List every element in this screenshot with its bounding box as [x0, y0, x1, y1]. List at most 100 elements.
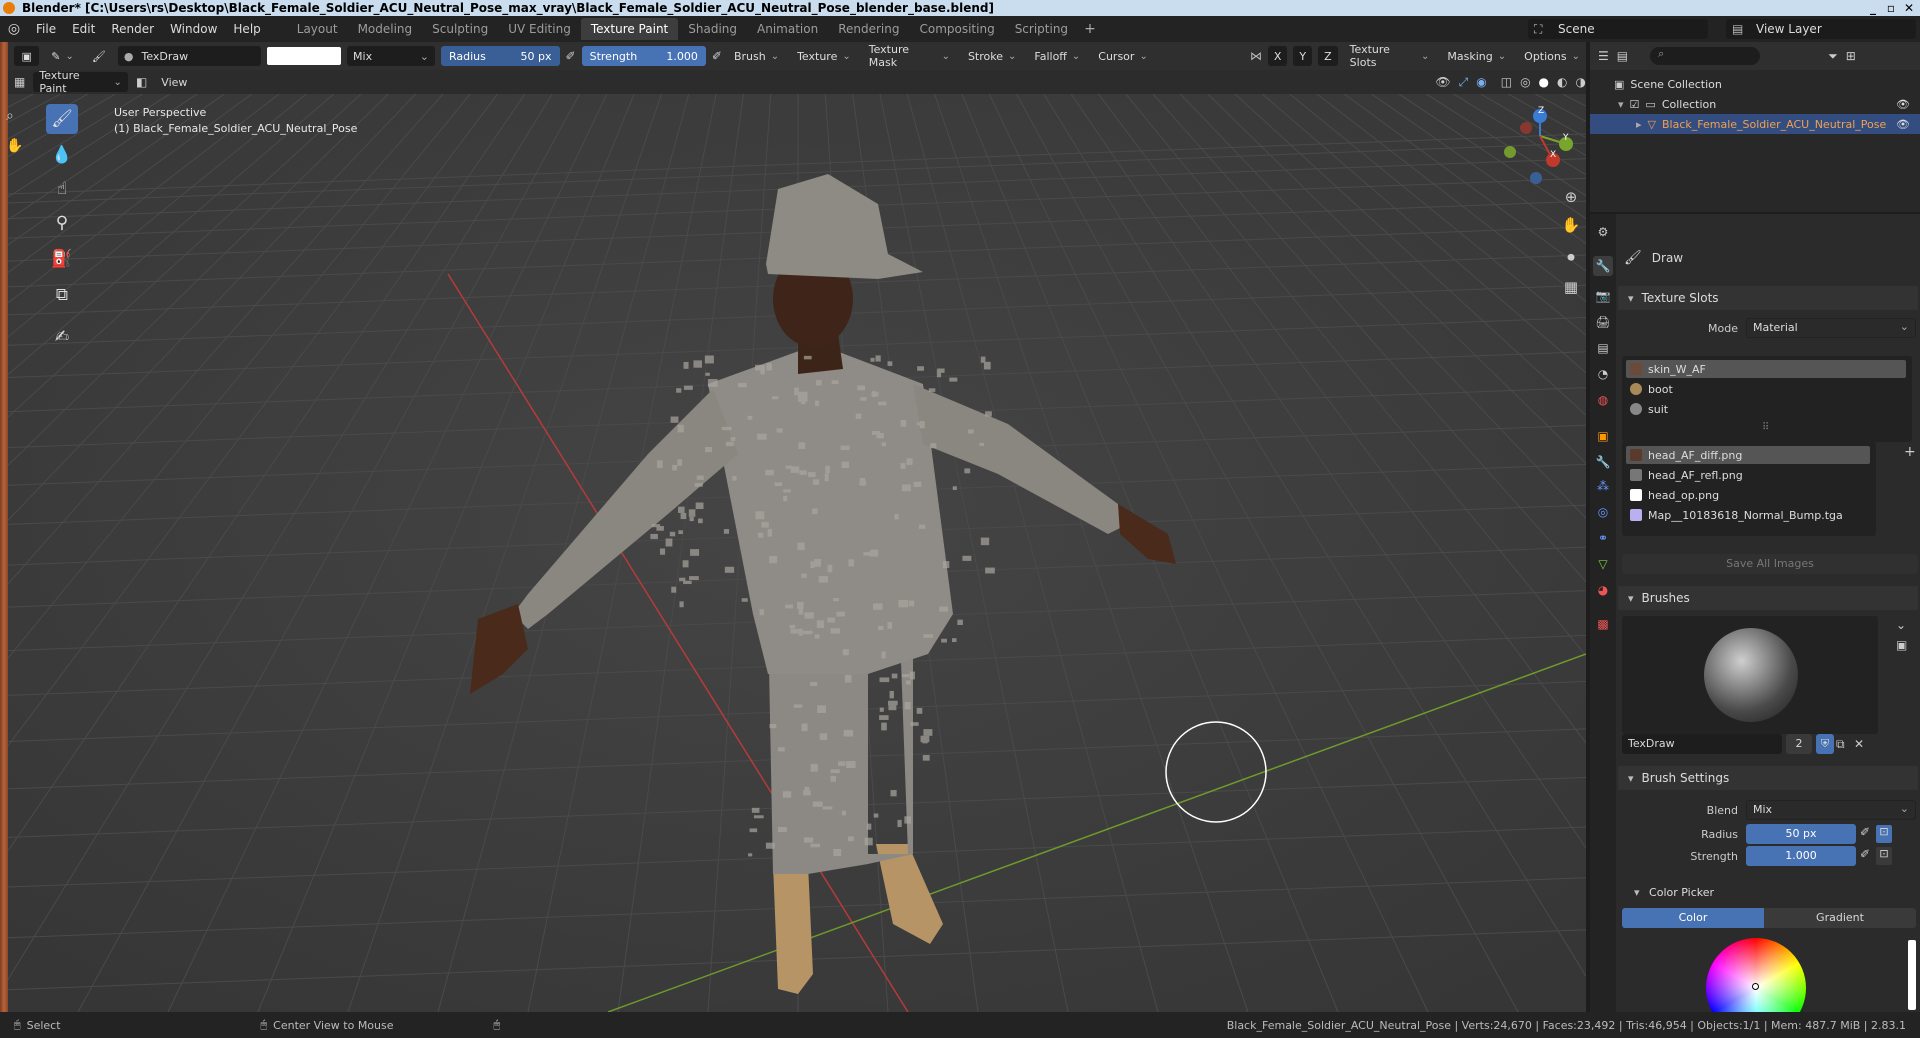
material-list[interactable]: skin_W_AF boot suit ⠿ — [1622, 356, 1912, 442]
symmetry-icon[interactable]: ⋈ — [1250, 49, 1262, 63]
editor-type-icon[interactable]: ▣ — [14, 46, 40, 66]
minimize-icon[interactable]: _ — [1864, 0, 1882, 16]
brush-image-icon[interactable]: ▣ — [1896, 638, 1907, 652]
menu-help[interactable]: Help — [225, 22, 268, 36]
camera-icon[interactable]: ⏺ — [1560, 248, 1582, 270]
menu-render[interactable]: Render — [103, 22, 162, 36]
tab-shading[interactable]: Shading — [678, 18, 747, 40]
brush-preview[interactable] — [1622, 616, 1878, 734]
strength-slider[interactable]: Strength 1.000 — [581, 46, 706, 66]
3d-viewport[interactable]: User Perspective (1) Black_Female_Soldie… — [8, 94, 1586, 1012]
data-tab-icon[interactable]: ▽ — [1593, 554, 1613, 574]
texture-mask-menu[interactable]: Texture Mask — [863, 43, 956, 69]
radius-unit-icon[interactable]: ⊡ — [1876, 825, 1892, 843]
tab-texture-paint[interactable]: Texture Paint — [580, 18, 679, 40]
tab-compositing[interactable]: Compositing — [909, 18, 1004, 40]
annotate-tool-icon[interactable]: ✍ — [46, 322, 78, 352]
list-item[interactable]: head_AF_diff.png — [1626, 446, 1870, 464]
checkbox-icon[interactable]: ☑ — [1630, 98, 1640, 111]
outliner-editor-icon[interactable]: ☰ — [1598, 49, 1609, 63]
radius-settings-slider[interactable]: 50 px — [1746, 824, 1856, 844]
gradient-tab[interactable]: Gradient — [1764, 908, 1916, 928]
smear-tool-icon[interactable]: ☝ — [46, 174, 78, 204]
list-item[interactable]: suit — [1626, 400, 1906, 418]
view-search-icon[interactable]: ⌕ — [6, 108, 14, 124]
tab-animation[interactable]: Animation — [747, 18, 828, 40]
list-item[interactable]: head_AF_refl.png — [1626, 466, 1870, 484]
menu-edit[interactable]: Edit — [64, 22, 103, 36]
hand-tool-icon[interactable]: ✋ — [6, 138, 23, 154]
tab-rendering[interactable]: Rendering — [828, 18, 909, 40]
rendered-shading-icon[interactable]: ◑ — [1576, 75, 1586, 89]
wireframe-shading-icon[interactable]: ◎ — [1520, 75, 1530, 89]
xray-icon[interactable]: ◫ — [1501, 75, 1512, 89]
list-item[interactable]: skin_W_AF — [1626, 360, 1906, 378]
outliner-object[interactable]: ▸ ▽ Black_Female_Soldier_ACU_Neutral_Pos… — [1590, 114, 1920, 134]
fill-tool-icon[interactable]: ⛽ — [46, 244, 78, 274]
new-collection-icon[interactable]: ⊞ — [1846, 49, 1856, 63]
outliner-collection[interactable]: ▾ ☑ ▭ Collection 👁 — [1590, 94, 1920, 114]
image-slot-list[interactable]: head_AF_diff.png head_AF_refl.png head_o… — [1622, 442, 1876, 536]
unlink-brush-icon[interactable]: ✕ — [1854, 734, 1864, 754]
mask-tool-icon[interactable]: ⧉ — [46, 280, 78, 310]
duplicate-brush-icon[interactable]: ⧉ — [1836, 734, 1845, 754]
display-mode-icon[interactable]: ▤ — [1617, 49, 1628, 63]
strength-pressure-icon[interactable]: ✐ — [712, 49, 722, 63]
brush-icon[interactable]: 🖌 — [86, 46, 112, 66]
tab-layout[interactable]: Layout — [287, 18, 348, 40]
list-item[interactable]: head_op.png — [1626, 486, 1870, 504]
brush-menu[interactable]: Brush — [728, 46, 785, 66]
brush-name-field[interactable]: ● TexDraw — [117, 46, 261, 66]
zoom-icon[interactable]: ⊕ — [1560, 188, 1582, 210]
constraints-tab-icon[interactable]: ⚭ — [1593, 528, 1613, 548]
eye-icon[interactable]: 👁 — [1896, 98, 1910, 111]
color-wheel[interactable] — [1706, 938, 1806, 1012]
texture-tab-icon[interactable]: ▩ — [1593, 614, 1613, 634]
add-slot-icon[interactable]: + — [1904, 444, 1916, 460]
blend-mode-dropdown[interactable]: Mix ⌄ — [347, 46, 435, 66]
color-wheel-cursor[interactable] — [1752, 983, 1759, 990]
render-tab-icon[interactable]: 📷 — [1593, 286, 1613, 306]
radius-pressure-toggle-icon[interactable]: ✐ — [1860, 825, 1870, 839]
collapse-arrow-icon[interactable]: ▸ — [1636, 118, 1642, 131]
masking-menu[interactable]: Masking — [1441, 46, 1512, 66]
properties-editor-icon[interactable]: ⚙ — [1593, 222, 1613, 242]
save-all-images-button[interactable]: Save All Images — [1622, 554, 1918, 574]
outliner-scene-collection[interactable]: ▣ Scene Collection — [1590, 74, 1920, 94]
texture-menu[interactable]: Texture — [791, 46, 857, 66]
mode-dropdown-field[interactable]: Material — [1746, 318, 1916, 338]
brush-list-dropdown-icon[interactable]: ⌄ — [1896, 618, 1906, 632]
soften-tool-icon[interactable]: 💧 — [46, 140, 78, 170]
scene-tab-icon[interactable]: ◔ — [1593, 364, 1613, 384]
color-picker-header[interactable]: ▾ Color Picker — [1634, 886, 1714, 899]
brush-color-swatch[interactable] — [266, 47, 342, 65]
mode-dropdown[interactable]: Texture Paint — [33, 69, 128, 95]
world-tab-icon[interactable]: ◍ — [1593, 390, 1613, 410]
axis-x-toggle[interactable]: X — [1267, 46, 1288, 66]
fake-user-shield-icon[interactable]: ⛨ — [1816, 734, 1834, 754]
texture-slots-header[interactable]: Texture Slots — [1618, 286, 1918, 310]
radius-pressure-icon[interactable]: ✐ — [566, 49, 576, 63]
value-slider[interactable] — [1908, 940, 1916, 1010]
solid-shading-icon[interactable]: ● — [1539, 75, 1549, 89]
axis-y-toggle[interactable]: Y — [1293, 46, 1313, 66]
brushes-header[interactable]: Brushes — [1618, 586, 1918, 610]
color-tab[interactable]: Color — [1622, 908, 1764, 928]
pan-hand-icon[interactable]: ✋ — [1560, 216, 1582, 238]
filter-icon[interactable]: ⏷ — [1828, 49, 1838, 64]
list-item[interactable]: boot — [1626, 380, 1906, 398]
outliner-search-input[interactable]: ⌕ — [1650, 47, 1761, 65]
blender-menu-icon[interactable]: ◎ — [0, 21, 28, 37]
view-layer-tab-icon[interactable]: ▤ — [1593, 338, 1613, 358]
falloff-menu[interactable]: Falloff — [1028, 46, 1086, 66]
clone-tool-icon[interactable]: ⚲ — [46, 208, 78, 238]
tool-tab-icon[interactable]: 🔧 — [1593, 256, 1613, 276]
eye-icon[interactable]: 👁 — [1896, 118, 1910, 131]
maximize-icon[interactable]: ▫ — [1882, 0, 1900, 16]
brush-name-input[interactable]: TexDraw — [1622, 734, 1782, 754]
expand-arrow-icon[interactable]: ▾ — [1618, 98, 1624, 111]
tool-mode-icon[interactable]: ✎ — [45, 46, 80, 66]
tab-scripting[interactable]: Scripting — [1005, 18, 1078, 40]
object-tab-icon[interactable]: ▣ — [1593, 426, 1613, 446]
mask-toggle-icon[interactable]: ◧ — [136, 75, 147, 89]
